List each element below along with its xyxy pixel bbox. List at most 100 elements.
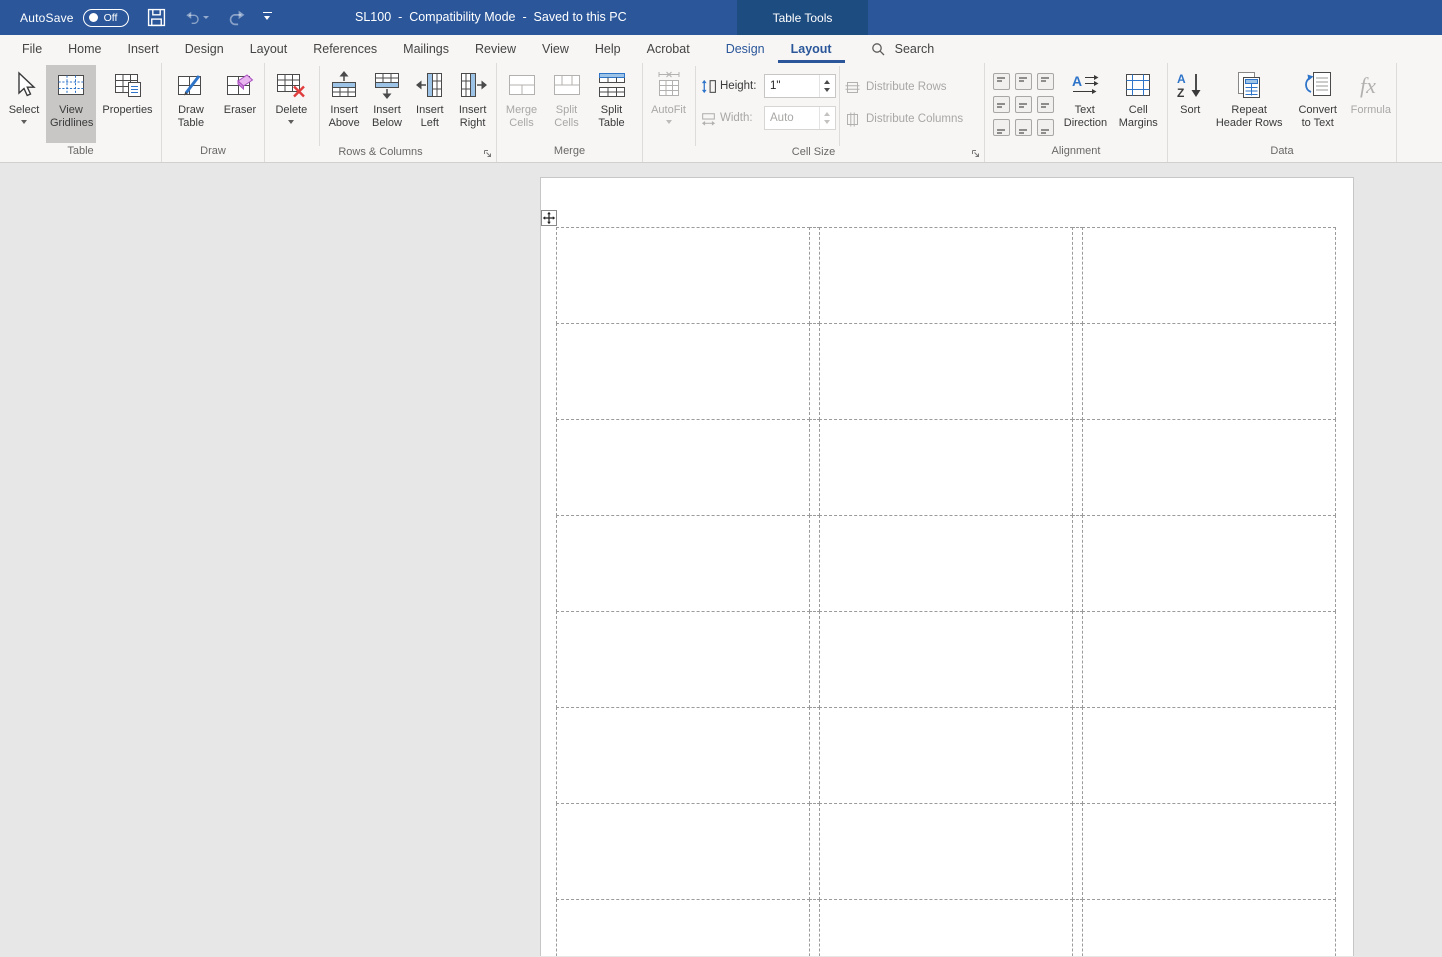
insert-below-button[interactable]: Insert Below — [366, 65, 409, 143]
insert-left-label: Insert Left — [416, 104, 444, 129]
label-cell[interactable] — [1082, 611, 1336, 708]
align-bottom-right-button[interactable] — [1037, 119, 1054, 136]
label-cell[interactable] — [1082, 227, 1336, 324]
height-label: Height: — [720, 80, 757, 92]
insert-right-icon — [460, 73, 487, 97]
label-cell[interactable] — [556, 323, 810, 420]
distribute-columns-button[interactable]: Distribute Columns — [845, 107, 963, 131]
label-cell[interactable] — [1082, 803, 1336, 900]
repeat-header-rows-button[interactable]: Repeat Header Rows — [1211, 65, 1288, 143]
tab-mailings[interactable]: Mailings — [390, 35, 462, 63]
label-cell[interactable] — [819, 419, 1073, 516]
cell-size-dialog-launcher[interactable] — [970, 148, 981, 159]
convert-to-text-button[interactable]: Convert to Text — [1288, 65, 1348, 143]
convert-to-text-label: Convert to Text — [1298, 104, 1337, 129]
label-cell[interactable] — [556, 419, 810, 516]
merge-cells-button[interactable]: Merge Cells — [499, 65, 544, 143]
height-input[interactable] — [765, 75, 819, 97]
insert-above-label: Insert Above — [328, 104, 360, 129]
height-spinner[interactable] — [819, 75, 834, 97]
tab-references[interactable]: References — [300, 35, 390, 63]
label-cell[interactable] — [819, 707, 1073, 804]
label-cell[interactable] — [556, 803, 810, 900]
label-cell[interactable] — [819, 323, 1073, 420]
titlebar: AutoSave Off SL100 - Compatibility Mode … — [0, 0, 1442, 35]
eraser-button[interactable]: Eraser — [218, 65, 262, 143]
search-box[interactable]: Search — [871, 35, 934, 63]
autofit-button[interactable]: AutoFit — [645, 65, 692, 143]
save-icon — [148, 8, 166, 27]
delete-button[interactable]: Delete — [267, 65, 316, 143]
tab-table-design[interactable]: Design — [713, 35, 778, 63]
distribute-rows-button[interactable]: Distribute Rows — [845, 75, 963, 99]
cell-margins-label: Cell Margins — [1118, 104, 1158, 129]
save-button[interactable] — [145, 6, 169, 30]
tab-table-layout[interactable]: Layout — [777, 35, 845, 63]
insert-right-button[interactable]: Insert Right — [451, 65, 494, 143]
align-center-left-button[interactable] — [993, 96, 1010, 113]
split-table-button[interactable]: Split Table — [589, 65, 634, 143]
rows-columns-dialog-launcher[interactable] — [482, 148, 493, 159]
label-cell[interactable] — [556, 707, 810, 804]
repeat-header-rows-label: Repeat Header Rows — [1215, 104, 1283, 129]
width-spinner[interactable] — [819, 107, 834, 129]
insert-left-button[interactable]: Insert Left — [408, 65, 451, 143]
tab-review[interactable]: Review — [462, 35, 529, 63]
tab-insert[interactable]: Insert — [115, 35, 172, 63]
text-direction-button[interactable]: A Text Direction — [1058, 65, 1112, 143]
document-area — [0, 163, 1442, 956]
width-input[interactable] — [765, 107, 819, 129]
toggle-knob-icon — [88, 13, 98, 22]
tab-acrobat[interactable]: Acrobat — [634, 35, 703, 63]
width-icon — [701, 112, 715, 126]
tab-design[interactable]: Design — [172, 35, 237, 63]
label-cell[interactable] — [819, 611, 1073, 708]
group-label-merge: Merge — [553, 145, 586, 157]
label-cell[interactable] — [1082, 323, 1336, 420]
align-center-right-button[interactable] — [1037, 96, 1054, 113]
label-cell[interactable] — [1082, 419, 1336, 516]
align-bottom-left-button[interactable] — [993, 119, 1010, 136]
align-bottom-center-button[interactable] — [1015, 119, 1032, 136]
view-gridlines-button[interactable]: View Gridlines — [46, 65, 96, 143]
draw-table-button[interactable]: Draw Table — [164, 65, 218, 143]
table-move-handle[interactable] — [541, 210, 557, 226]
redo-button[interactable] — [225, 6, 249, 30]
sort-button[interactable]: A Z Sort — [1170, 65, 1211, 143]
group-label-data: Data — [1270, 145, 1294, 157]
autosave-toggle[interactable]: Off — [82, 8, 129, 27]
label-cell[interactable] — [819, 899, 1073, 956]
tab-home[interactable]: Home — [55, 35, 114, 63]
tab-view[interactable]: View — [529, 35, 582, 63]
autosave-label: AutoSave — [20, 10, 74, 25]
label-cell[interactable] — [556, 899, 810, 956]
label-cell[interactable] — [1082, 515, 1336, 612]
align-center-button[interactable] — [1015, 96, 1032, 113]
formula-button[interactable]: fx Formula — [1348, 65, 1394, 143]
insert-above-button[interactable]: Insert Above — [323, 65, 366, 143]
tab-help[interactable]: Help — [582, 35, 634, 63]
tab-file[interactable]: File — [9, 35, 55, 63]
document-page — [540, 177, 1354, 956]
align-top-left-button[interactable] — [993, 73, 1010, 90]
align-top-center-button[interactable] — [1015, 73, 1032, 90]
select-button[interactable]: Select — [2, 65, 46, 143]
label-cell[interactable] — [1082, 899, 1336, 956]
height-spin-down-icon — [820, 86, 834, 97]
label-cell[interactable] — [556, 227, 810, 324]
properties-button[interactable]: Properties — [96, 65, 159, 143]
align-top-right-button[interactable] — [1037, 73, 1054, 90]
label-cell[interactable] — [1082, 707, 1336, 804]
label-cell[interactable] — [556, 515, 810, 612]
label-table — [556, 227, 1336, 956]
insert-below-icon — [375, 73, 399, 99]
label-cell[interactable] — [819, 803, 1073, 900]
tab-layout[interactable]: Layout — [237, 35, 301, 63]
label-cell[interactable] — [819, 515, 1073, 612]
label-cell[interactable] — [556, 611, 810, 708]
customize-qat-button[interactable] — [262, 12, 272, 23]
split-cells-button[interactable]: Split Cells — [544, 65, 589, 143]
undo-button[interactable] — [185, 6, 209, 30]
label-cell[interactable] — [819, 227, 1073, 324]
cell-margins-button[interactable]: Cell Margins — [1112, 65, 1166, 143]
